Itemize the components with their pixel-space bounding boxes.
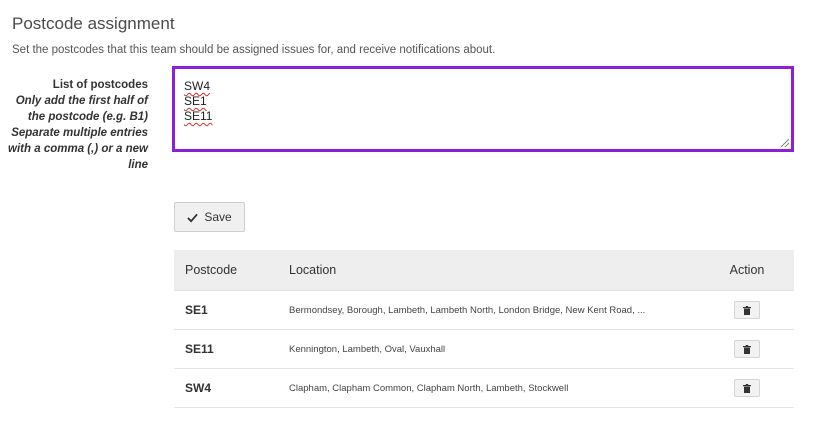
column-header-postcode: Postcode (174, 250, 278, 291)
delete-button[interactable] (734, 379, 760, 397)
checkmark-icon (187, 213, 199, 223)
postcodes-help-text: Only add the first half of the postcode … (8, 95, 148, 171)
table-header-row: Postcode Location Action (174, 250, 794, 291)
postcode-cell: SW4 (174, 368, 278, 408)
save-button[interactable]: Save (174, 202, 245, 232)
trash-icon (743, 305, 751, 315)
resize-handle-icon[interactable] (781, 139, 789, 147)
column-header-location: Location (278, 250, 700, 291)
postcodes-table: Postcode Location Action SE1 Bermondsey,… (174, 250, 794, 408)
trash-icon (743, 344, 751, 354)
table-row: SE1 Bermondsey, Borough, Lambeth, Lambet… (174, 290, 794, 330)
location-cell: Kennington, Lambeth, Oval, Vauxhall (278, 329, 700, 369)
delete-button[interactable] (734, 340, 760, 358)
trash-icon (743, 383, 751, 393)
postcodes-textarea[interactable] (175, 69, 791, 149)
delete-button[interactable] (734, 301, 760, 319)
location-cell: Clapham, Clapham Common, Clapham North, … (278, 368, 700, 408)
save-button-label: Save (204, 210, 232, 224)
table-row: SE11 Kennington, Lambeth, Oval, Vauxhall (174, 329, 794, 369)
postcode-cell: SE1 (174, 290, 278, 330)
postcode-cell: SE11 (174, 329, 278, 369)
location-cell: Bermondsey, Borough, Lambeth, Lambeth No… (278, 290, 700, 330)
table-row: SW4 Clapham, Clapham Common, Clapham Nor… (174, 368, 794, 408)
postcodes-label: List of postcodes (52, 79, 148, 91)
column-header-action: Action (700, 250, 794, 291)
section-description: Set the postcodes that this team should … (12, 44, 496, 56)
postcodes-field-label: List of postcodes Only add the first hal… (0, 77, 148, 173)
section-title: Postcode assignment (12, 14, 175, 33)
postcodes-textarea-container (172, 66, 794, 152)
